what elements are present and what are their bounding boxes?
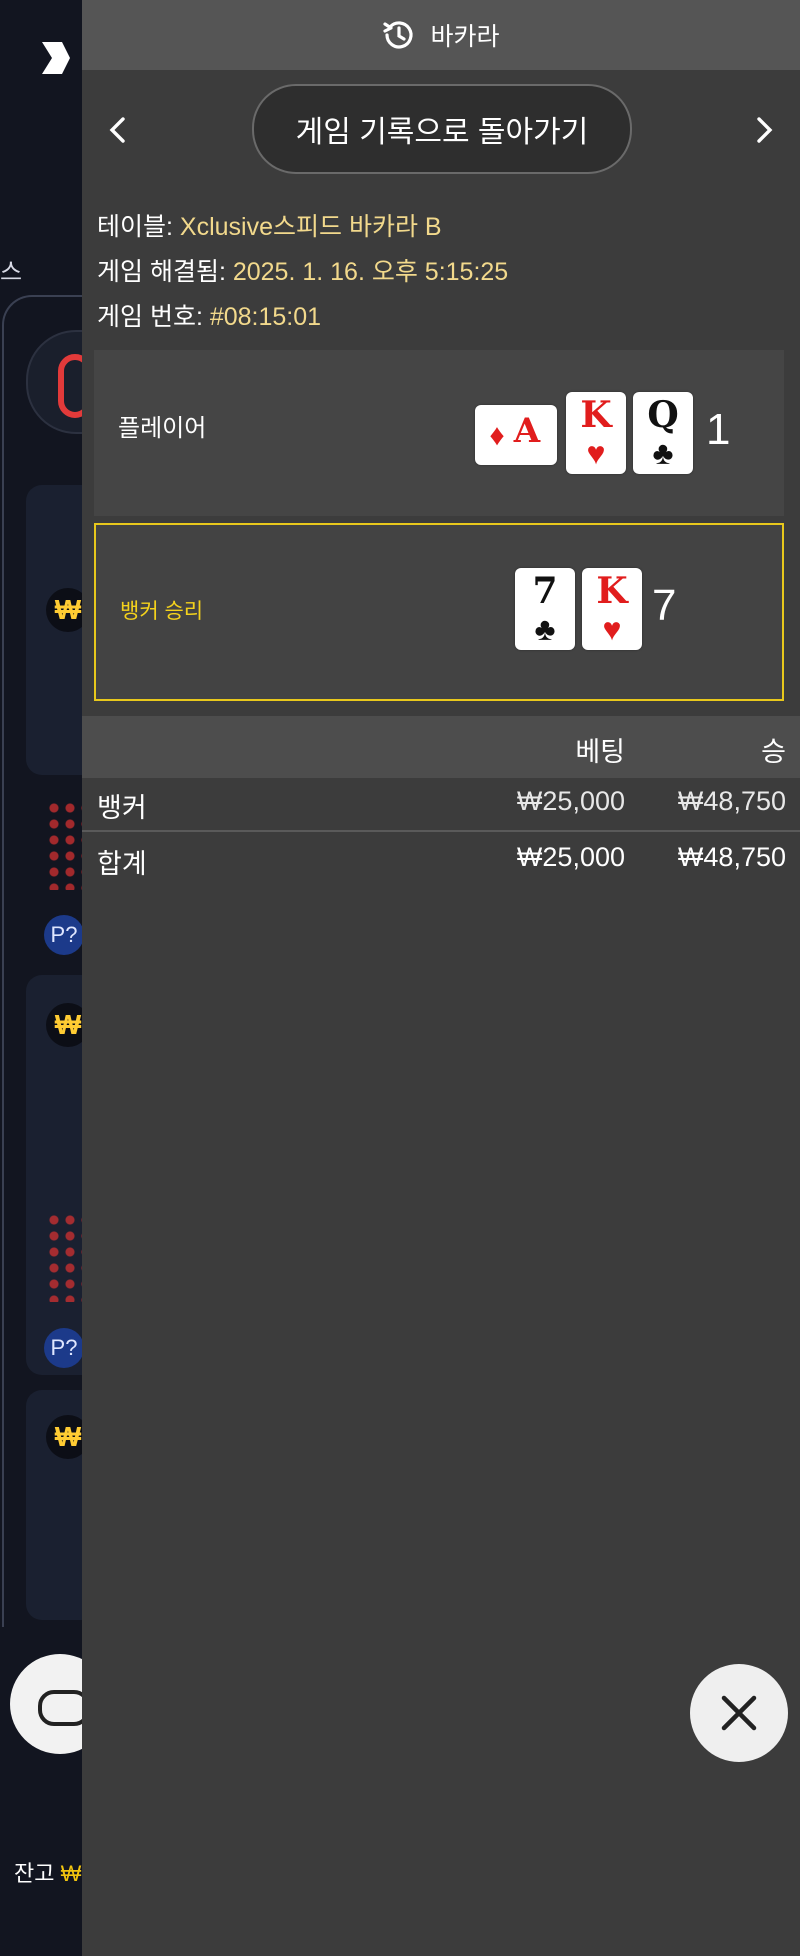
game-number-value: #08:15:01 [209,303,322,331]
bet-column-header: 베팅 [575,737,625,767]
player-hand-label: 플레이어 [118,415,207,442]
win-column-header: 승 [761,737,786,767]
card-rank: K [596,570,628,612]
logo-icon [42,42,70,74]
chevron-left-icon [109,117,125,143]
table-label: 테이블: [97,213,180,241]
resolved-value: 2025. 1. 16. 오후 5:15:25 [232,258,509,286]
banker-hand: 뱅커 승리 7 ♣ K ♥ 7 [94,523,784,701]
card-suit: ♥ [586,435,606,471]
playing-card: ♦ A [475,405,557,465]
resolved-info: 게임 해결됨: 2025. 1. 16. 오후 5:15:25 [97,252,508,288]
balance-label: 잔고 [14,1861,55,1886]
history-navigation: 게임 기록으로 돌아가기 [82,84,800,176]
lobby-tab-fragment[interactable]: 스 [0,252,22,287]
previous-game-button[interactable] [92,104,144,156]
game-number-info: 게임 번호: #08:15:01 [97,297,321,333]
total-label: 합계 [97,849,147,879]
table-value: Xclusive스피드 바카라 B [179,213,442,241]
card-suit: ♣ [534,611,556,647]
total-win-amount: ₩48,750 [677,842,786,872]
lobby-roadmap-dots [46,1212,86,1302]
banker-score: 7 [652,581,677,630]
back-to-game-history-button[interactable]: 게임 기록으로 돌아가기 [252,84,632,174]
lobby-roadmap-dots [46,800,86,890]
player-hand: 플레이어 ♦ A K ♥ Q ♣ 1 [94,350,784,516]
lobby-player-chip[interactable]: P? [44,1328,84,1368]
chevron-right-icon [757,117,773,143]
playing-card: Q ♣ [633,392,693,474]
game-history-detail-panel: 바카라 게임 기록으로 돌아가기 테이블: Xclusive스피드 바카라 B … [82,0,800,1956]
playing-card: K ♥ [566,392,626,474]
card-rank: 7 [532,570,558,612]
card-suit: ♥ [602,611,622,647]
bets-table-header: 베팅 승 [82,716,800,778]
table-info: 테이블: Xclusive스피드 바카라 B [97,207,442,243]
close-button[interactable] [690,1664,788,1762]
win-amount: ₩48,750 [677,786,786,816]
total-row: 합계 ₩25,000 ₩48,750 [82,832,800,886]
resolved-label: 게임 해결됨: [97,258,233,286]
player-score: 1 [706,405,731,454]
lobby-player-chip[interactable]: P? [44,915,84,955]
card-rank: A [513,411,541,451]
panel-title: 바카라 [430,23,500,51]
panel-header: 바카라 [82,0,800,70]
close-icon [721,1695,757,1731]
playing-card: 7 ♣ [515,568,575,650]
table-row: 뱅커 ₩25,000 ₩48,750 [82,776,800,832]
card-rank: Q [647,394,679,436]
card-suit: ♣ [652,435,674,471]
game-number-label: 게임 번호: [97,303,210,331]
total-bet-amount: ₩25,000 [516,842,625,872]
next-game-button[interactable] [738,104,790,156]
bet-amount: ₩25,000 [516,786,625,816]
banker-win-label: 뱅커 승리 [120,600,204,623]
bet-name: 뱅커 [97,793,147,823]
card-rank: K [580,394,612,436]
history-icon [383,21,414,49]
playing-card: K ♥ [582,568,642,650]
